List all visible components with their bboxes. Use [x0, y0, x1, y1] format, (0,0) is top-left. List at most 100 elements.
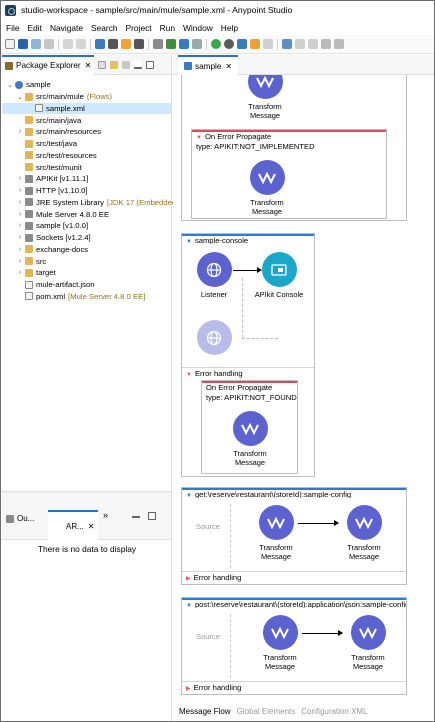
- collapse-all-icon[interactable]: [98, 60, 107, 69]
- expand-toggle-icon[interactable]: ›: [16, 128, 24, 135]
- close-icon[interactable]: ✕: [225, 62, 232, 71]
- close-icon[interactable]: ✕: [85, 61, 92, 70]
- redo-icon[interactable]: [76, 39, 86, 49]
- expand-toggle-icon[interactable]: ›: [16, 234, 24, 241]
- on-error-propagate[interactable]: ▼ On Error Propagate type: APIKIT:NOT_IMP…: [191, 129, 387, 219]
- lock-icon[interactable]: [121, 39, 131, 49]
- tab-package-explorer[interactable]: Package Explorer ✕: [2, 54, 95, 75]
- expand-toggle-icon[interactable]: ⌄: [6, 81, 14, 89]
- tree-item[interactable]: › Sockets [v1.2.4]: [2, 232, 171, 244]
- tree-item[interactable]: › src/main/resources: [2, 126, 171, 138]
- expand-toggle-icon[interactable]: ›: [16, 175, 24, 182]
- undo-icon[interactable]: [63, 39, 73, 49]
- expand-toggle-icon[interactable]: ›: [16, 246, 24, 253]
- transform-message-component[interactable]: Transform Message: [250, 615, 310, 671]
- transform-message-component[interactable]: Transform Message: [220, 411, 280, 467]
- menu-search[interactable]: Search: [91, 23, 118, 33]
- mule-project-icon[interactable]: [18, 39, 28, 49]
- expand-toggle-icon[interactable]: ›: [16, 222, 24, 229]
- menu-project[interactable]: Project: [126, 23, 152, 33]
- transform-message-component[interactable]: Transform Message: [246, 505, 306, 561]
- tree-item[interactable]: ⌄ sample: [2, 79, 171, 91]
- expand-icon[interactable]: ▶: [186, 576, 191, 582]
- minimize-icon[interactable]: [134, 60, 143, 69]
- tab-ar[interactable]: AR... ✕: [48, 510, 98, 540]
- on-error-propagate[interactable]: On Error Propagate type: APIKIT:NOT_FOUN…: [201, 380, 298, 474]
- listener-component[interactable]: Listener: [184, 252, 244, 299]
- link-editor-icon[interactable]: [110, 60, 119, 69]
- save-all-icon[interactable]: [44, 39, 54, 49]
- tree-item[interactable]: sample.xml: [2, 102, 171, 115]
- tab-global-elements[interactable]: Global Elements: [237, 707, 296, 716]
- user-icon[interactable]: [108, 39, 118, 49]
- tree-item[interactable]: src/test/munit: [2, 161, 171, 173]
- collapse-icon[interactable]: ▼: [186, 603, 192, 608]
- expand-toggle-icon[interactable]: ›: [16, 199, 24, 206]
- debug-icon[interactable]: [134, 39, 144, 49]
- tree-item[interactable]: › Mule Server 4.8.0 EE: [2, 208, 171, 220]
- transform-message-component[interactable]: Transform Message: [237, 160, 297, 216]
- maximize-icon[interactable]: [146, 60, 155, 69]
- build-icon[interactable]: [192, 39, 202, 49]
- expand-toggle-icon[interactable]: ›: [16, 211, 24, 218]
- menu-help[interactable]: Help: [221, 23, 238, 33]
- expand-icon[interactable]: ▶: [186, 686, 191, 692]
- menu-navigate[interactable]: Navigate: [50, 23, 83, 33]
- search-icon[interactable]: [237, 39, 247, 49]
- tree-item[interactable]: src/test/resources: [2, 150, 171, 162]
- expand-toggle-icon[interactable]: ›: [16, 187, 24, 194]
- tree-item[interactable]: pom.xml [Mule Server 4.8.0 EE]: [2, 291, 171, 303]
- tab-outline[interactable]: Ou...: [6, 514, 34, 523]
- transform-message-component[interactable]: Transform Message: [235, 75, 295, 120]
- maximize-icon[interactable]: [334, 39, 344, 49]
- collapse-icon[interactable]: ▼: [186, 239, 192, 244]
- edit-icon[interactable]: [282, 39, 292, 49]
- collapse-icon[interactable]: ▼: [186, 372, 192, 378]
- expand-toggle-icon[interactable]: ›: [16, 269, 24, 276]
- tab-sample[interactable]: sample ✕: [178, 55, 239, 75]
- tree-item[interactable]: ⌄ src/main/mule (Flows): [2, 91, 171, 103]
- view-menu-icon[interactable]: [122, 60, 131, 69]
- collapse-icon[interactable]: ▼: [196, 135, 202, 141]
- tree-item[interactable]: mule-artifact.json: [2, 279, 171, 291]
- tree-item[interactable]: › src: [2, 255, 171, 267]
- listener-response-component[interactable]: [184, 320, 244, 358]
- forward-icon[interactable]: [263, 39, 273, 49]
- tree-item[interactable]: › exchange-docs: [2, 244, 171, 256]
- run-config-icon[interactable]: [224, 39, 234, 49]
- package-icon[interactable]: [153, 39, 163, 49]
- maximize-icon[interactable]: [148, 512, 156, 520]
- tab-message-flow[interactable]: Message Flow: [179, 707, 231, 716]
- tree-item[interactable]: › sample [v1.0.0]: [2, 220, 171, 232]
- tree-item[interactable]: › APIKit [v1.11.1]: [2, 173, 171, 185]
- tree-item[interactable]: › JRE System Library [JDK 17 (Embedded)]: [2, 197, 181, 209]
- back-icon[interactable]: [250, 39, 260, 49]
- tree-item[interactable]: › target: [2, 267, 171, 279]
- refresh-icon[interactable]: [179, 39, 189, 49]
- transform-message-component[interactable]: Transform Message: [334, 505, 394, 561]
- collapse-icon[interactable]: ▼: [186, 493, 192, 498]
- new-icon[interactable]: [5, 39, 15, 49]
- tree-item[interactable]: › HTTP [v1.10.0]: [2, 185, 171, 197]
- more-tabs-icon[interactable]: »: [103, 510, 108, 520]
- transform-message-component[interactable]: Transform Message: [338, 615, 398, 671]
- tree-item[interactable]: src/test/java: [2, 138, 171, 150]
- close-icon[interactable]: ✕: [88, 522, 95, 531]
- tab-configuration-xml[interactable]: Configuration XML: [301, 707, 367, 716]
- cut-icon[interactable]: [295, 39, 305, 49]
- tree-item[interactable]: src/main/java: [2, 114, 171, 126]
- deploy-icon[interactable]: [95, 39, 105, 49]
- console-icon[interactable]: [166, 39, 176, 49]
- copy-icon[interactable]: [308, 39, 318, 49]
- apikit-console-component[interactable]: APIkit Console: [249, 252, 309, 299]
- run-icon[interactable]: [211, 39, 221, 49]
- menu-window[interactable]: Window: [183, 23, 213, 33]
- menu-file[interactable]: File: [6, 23, 20, 33]
- expand-toggle-icon[interactable]: ›: [16, 258, 24, 265]
- menu-edit[interactable]: Edit: [28, 23, 42, 33]
- minimize-icon[interactable]: [132, 516, 140, 518]
- menu-run[interactable]: Run: [160, 23, 175, 33]
- close-all-icon[interactable]: [321, 39, 331, 49]
- save-icon[interactable]: [31, 39, 41, 49]
- expand-toggle-icon[interactable]: ⌄: [16, 93, 24, 101]
